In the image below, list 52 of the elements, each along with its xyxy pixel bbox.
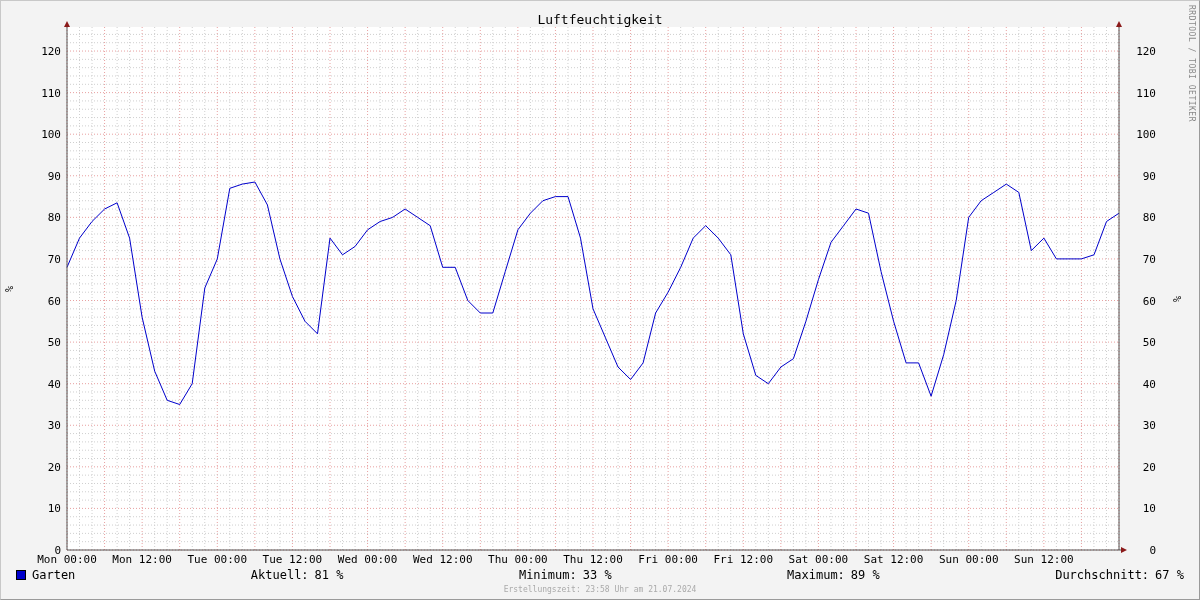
y-tick-label: 110 — [1136, 86, 1156, 100]
x-tick-label: Wed 00:00 — [337, 553, 398, 566]
x-tick-label: Sat 00:00 — [788, 553, 849, 566]
y-tick-label: 80 — [47, 211, 61, 225]
y-tick-label: 50 — [1142, 336, 1156, 350]
y-tick-label: 80 — [1142, 211, 1156, 225]
y-tick-label: 10 — [47, 502, 61, 516]
y-tick-label: 60 — [47, 294, 61, 308]
y-tick-label: 40 — [47, 377, 61, 391]
y-tick-label: 20 — [47, 460, 61, 474]
x-tick-label: Tue 00:00 — [187, 553, 248, 566]
x-tick-label: Tue 12:00 — [262, 553, 323, 566]
y-tick-label: 60 — [1142, 294, 1156, 308]
creation-time-text: Erstellungszeit: 23:58 Uhr am 21.07.2024 — [503, 584, 697, 596]
x-tick-label: Sun 00:00 — [938, 553, 999, 566]
y-axis-label: % — [4, 286, 15, 292]
stat-label: Minimum: — [518, 568, 577, 582]
x-tick-label: Fri 00:00 — [638, 553, 698, 566]
stat-label: Maximum: — [787, 568, 845, 582]
y-tick-label: 100 — [1136, 128, 1156, 142]
stat-value: 33 % — [582, 568, 612, 582]
chart-title: Luftfeuchtigkeit — [537, 11, 663, 29]
stat-value: 67 % — [1155, 568, 1184, 582]
y-tick-label: 100 — [41, 128, 61, 142]
stat-value: 81 % — [314, 568, 344, 582]
x-tick-label: Mon 12:00 — [112, 553, 172, 566]
y-tick-label: 50 — [47, 336, 61, 350]
y-tick-label: 110 — [41, 86, 61, 100]
stat-value: 89 % — [850, 568, 880, 582]
x-tick-label: Thu 12:00 — [563, 553, 623, 566]
y-axis-label: % — [1172, 296, 1183, 302]
x-tick-label: Sat 12:00 — [863, 553, 924, 566]
stat-label: Aktuell: — [250, 568, 309, 582]
y-tick-label: 120 — [41, 45, 61, 59]
credit-text: RRDTOOL / TOBI OETIKER — [1187, 5, 1196, 122]
x-tick-label: Wed 12:00 — [412, 553, 473, 566]
legend-label: Garten — [32, 568, 76, 582]
y-tick-label: 30 — [1142, 419, 1156, 433]
y-tick-label: 40 — [1142, 377, 1156, 391]
y-tick-label: 90 — [1142, 169, 1156, 183]
y-tick-label: 70 — [47, 252, 61, 266]
y-tick-label: 0 — [1149, 544, 1156, 557]
y-tick-label: 90 — [47, 169, 61, 183]
y-tick-label: 30 — [47, 419, 61, 433]
stat-label: Durchschnitt: — [1055, 568, 1150, 582]
x-tick-label: Thu 00:00 — [488, 553, 548, 566]
y-tick-label: 70 — [1142, 252, 1156, 266]
y-tick-label: 10 — [1142, 502, 1156, 516]
x-tick-label: Sun 12:00 — [1014, 553, 1074, 566]
y-tick-label: 20 — [1142, 460, 1156, 474]
y-tick-label: 120 — [1136, 45, 1156, 59]
x-tick-label: Fri 12:00 — [713, 553, 774, 566]
